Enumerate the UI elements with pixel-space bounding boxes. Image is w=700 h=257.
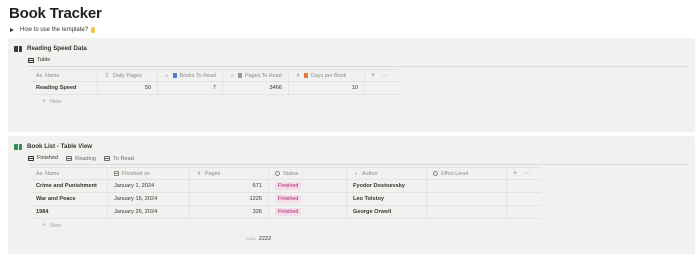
cell-status[interactable]: Finished — [269, 206, 347, 218]
more-options-icon[interactable]: ··· — [523, 170, 532, 177]
status-badge: Finished — [275, 195, 302, 203]
book-list-table: Aa Name Finished on # Pages Status ⌕ Author… — [30, 167, 541, 219]
calendar-icon — [114, 171, 119, 176]
toggle-triangle-icon[interactable] — [10, 28, 14, 32]
plus-icon: + — [42, 98, 47, 105]
open-book-icon — [14, 143, 22, 150]
add-column-icon[interactable]: + — [507, 170, 523, 177]
book-list-title[interactable]: Book List - Table View — [14, 143, 92, 150]
plus-icon: + — [42, 222, 47, 229]
col-header-days-per-book[interactable]: # Days per Book — [289, 70, 365, 81]
cell-author[interactable]: Leo Tolstoy — [347, 193, 427, 205]
reading-speed-database: Reading Speed Data Table Aa Name Σ Daily P… — [8, 38, 695, 132]
cell-finished-on[interactable]: January 26, 2024 — [108, 206, 190, 218]
formula-icon — [433, 171, 438, 176]
col-header-status[interactable]: Status — [269, 168, 347, 179]
status-badge: Finished — [275, 208, 302, 216]
cell-finished-on[interactable]: January 16, 2024 — [108, 193, 190, 205]
reading-speed-title-text: Reading Speed Data — [27, 45, 87, 52]
table-header-row: Aa Name Σ Daily Pages ⌕ Books To Read ⌕ Page… — [30, 69, 399, 82]
book-list-database: Book List - Table View Finished Reading … — [8, 136, 695, 254]
cell-effort-level[interactable] — [427, 193, 507, 205]
more-options-icon[interactable]: ··· — [381, 72, 390, 79]
table-header-row: Aa Name Finished on # Pages Status ⌕ Author… — [30, 167, 541, 180]
cell-name[interactable]: Reading Speed — [30, 82, 98, 94]
cell-pages[interactable]: 1225 — [190, 193, 269, 205]
col-header-name[interactable]: Aa Name — [30, 168, 108, 179]
cell-pages[interactable]: 671 — [190, 180, 269, 192]
status-icon — [275, 171, 280, 176]
cell-pages[interactable]: 326 — [190, 206, 269, 218]
col-header-pages[interactable]: # Pages — [190, 168, 269, 179]
table-row[interactable]: Crime and Punishment January 1, 2024 671… — [30, 180, 541, 193]
tab-divider — [28, 66, 688, 67]
hourglass-icon — [304, 73, 308, 78]
table-row[interactable]: Reading Speed 50 7 3466 10 — [30, 82, 399, 95]
col-header-pages-to-read[interactable]: ⌕ Pages To Read — [223, 70, 289, 81]
cell-daily-pages[interactable]: 50 — [98, 82, 158, 94]
col-header-books-to-read[interactable]: ⌕ Books To Read — [158, 70, 223, 81]
table-icon — [28, 57, 34, 63]
search-icon: ⌕ — [354, 170, 358, 177]
how-to-toggle[interactable]: How to use the template? — [10, 27, 96, 33]
cell-author[interactable]: Fyodor Dostoevsky — [347, 180, 427, 192]
status-badge: Finished — [275, 182, 302, 190]
cell-status[interactable]: Finished — [269, 180, 347, 192]
page-icon — [238, 73, 242, 78]
pages-sum[interactable]: SUM 2222 — [246, 236, 271, 242]
table-icon — [104, 156, 110, 161]
page-title: Book Tracker — [9, 5, 102, 22]
add-column-area: + ··· — [507, 168, 541, 179]
search-icon: ⌕ — [230, 72, 234, 79]
cell-name[interactable]: Crime and Punishment — [30, 180, 108, 192]
col-header-finished-on[interactable]: Finished on — [108, 168, 190, 179]
add-column-icon[interactable]: + — [365, 72, 381, 79]
cell-days-per-book[interactable]: 10 — [289, 82, 365, 94]
col-header-daily-pages[interactable]: Σ Daily Pages — [98, 70, 158, 81]
table-icon — [66, 156, 73, 161]
tab-divider — [28, 164, 688, 165]
col-header-name[interactable]: Aa Name — [30, 70, 98, 81]
toggle-label: How to use the template? — [20, 27, 89, 33]
cell-name[interactable]: 1984 — [30, 206, 108, 218]
new-row-button[interactable]: + New — [42, 98, 61, 105]
cell-author[interactable]: George Orwell — [347, 206, 427, 218]
cell-books-to-read[interactable]: 7 — [158, 82, 223, 94]
sigma-icon: Σ — [105, 72, 109, 79]
search-icon: ⌕ — [165, 72, 169, 79]
cell-effort-level[interactable] — [427, 180, 507, 192]
new-row-button[interactable]: + New — [42, 222, 61, 229]
col-header-author[interactable]: ⌕ Author — [347, 168, 427, 179]
table-row[interactable]: War and Peace January 16, 2024 1225 Fini… — [30, 193, 541, 206]
cell-pages-to-read[interactable]: 3466 — [223, 82, 289, 94]
reading-speed-table: Aa Name Σ Daily Pages ⌕ Books To Read ⌕ Page… — [30, 69, 399, 95]
cell-status[interactable]: Finished — [269, 193, 347, 205]
col-header-effort-level[interactable]: Effort Level — [427, 168, 507, 179]
cell-finished-on[interactable]: January 1, 2024 — [108, 180, 190, 192]
table-icon — [28, 155, 34, 161]
open-book-icon — [14, 45, 22, 52]
table-row[interactable]: 1984 January 26, 2024 326 Finished Georg… — [30, 206, 541, 219]
book-list-title-text: Book List - Table View — [27, 143, 93, 150]
cell-effort-level[interactable] — [427, 206, 507, 218]
lightbulb-icon — [91, 27, 96, 33]
cell-name[interactable]: War and Peace — [30, 193, 108, 205]
book-blue-icon — [172, 73, 177, 78]
add-column-area: + ··· — [365, 70, 399, 81]
reading-speed-title[interactable]: Reading Speed Data — [14, 45, 87, 52]
